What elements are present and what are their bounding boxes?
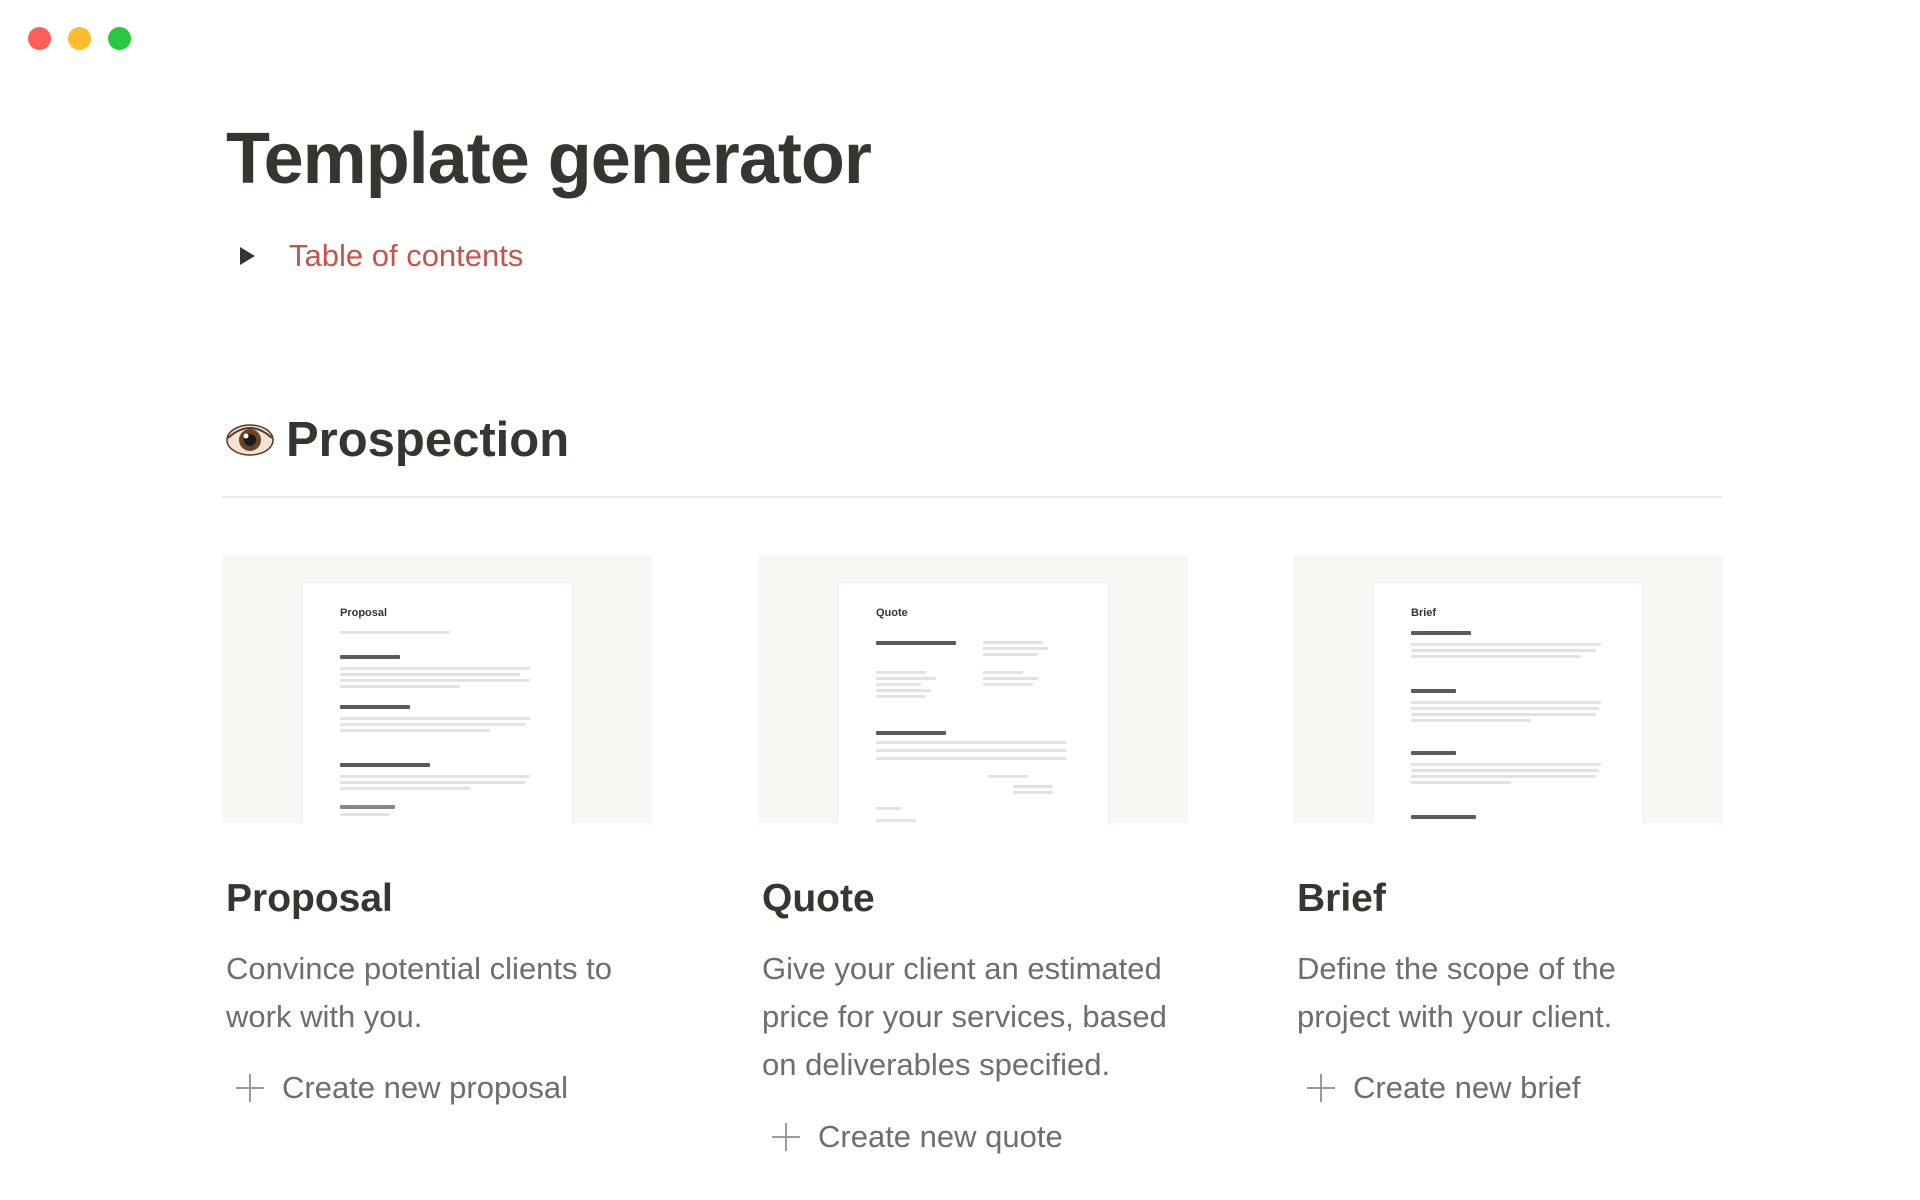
- create-new-proposal-button[interactable]: Create new proposal: [236, 1070, 568, 1106]
- maximize-window-button[interactable]: [108, 27, 131, 50]
- proposal-preview-document: Proposal: [302, 583, 572, 823]
- quote-preview[interactable]: Quote: [758, 555, 1188, 823]
- close-window-button[interactable]: [28, 27, 51, 50]
- card-quote: Quote Quote Give your client an estimate…: [758, 555, 1188, 1154]
- create-label[interactable]: Create new quote: [818, 1119, 1063, 1155]
- plus-icon: [1307, 1074, 1335, 1102]
- create-label[interactable]: Create new proposal: [282, 1070, 568, 1106]
- create-new-quote-button[interactable]: Create new quote: [772, 1119, 1063, 1155]
- card-description: Convince potential clients to work with …: [226, 951, 613, 1034]
- plus-icon: [772, 1123, 800, 1151]
- card-brief: Brief Brief Define the scope of the proj…: [1293, 555, 1723, 1105]
- preview-title: Quote: [876, 607, 908, 619]
- card-title[interactable]: Quote: [762, 877, 875, 921]
- create-label[interactable]: Create new brief: [1353, 1070, 1580, 1106]
- preview-title: Brief: [1411, 607, 1437, 619]
- create-new-brief-button[interactable]: Create new brief: [1307, 1070, 1580, 1106]
- toc-label[interactable]: Table of contents: [289, 238, 523, 274]
- window-controls: [28, 27, 131, 50]
- card-description: Give your client an estimated price for …: [762, 951, 1167, 1082]
- minimize-window-button[interactable]: [68, 27, 91, 50]
- card-proposal: Proposal Proposal Convince potential cli…: [222, 555, 652, 1105]
- triangle-right-icon[interactable]: [240, 247, 255, 265]
- brief-preview-document: Brief: [1373, 583, 1643, 823]
- proposal-preview[interactable]: Proposal: [222, 555, 652, 823]
- card-title[interactable]: Proposal: [226, 877, 393, 921]
- quote-preview-document: Quote: [838, 583, 1108, 823]
- page-title: Template generator: [226, 119, 872, 199]
- eye-icon: [226, 422, 274, 458]
- section-divider: [222, 496, 1722, 498]
- section-heading: Prospection: [226, 412, 569, 468]
- preview-title: Proposal: [340, 607, 388, 619]
- brief-preview[interactable]: Brief: [1293, 555, 1723, 823]
- card-title[interactable]: Brief: [1297, 877, 1386, 921]
- plus-icon: [236, 1074, 264, 1102]
- table-of-contents-toggle[interactable]: Table of contents: [240, 238, 523, 274]
- section-title: Prospection: [286, 413, 570, 467]
- card-description: Define the scope of the project with you…: [1297, 951, 1616, 1034]
